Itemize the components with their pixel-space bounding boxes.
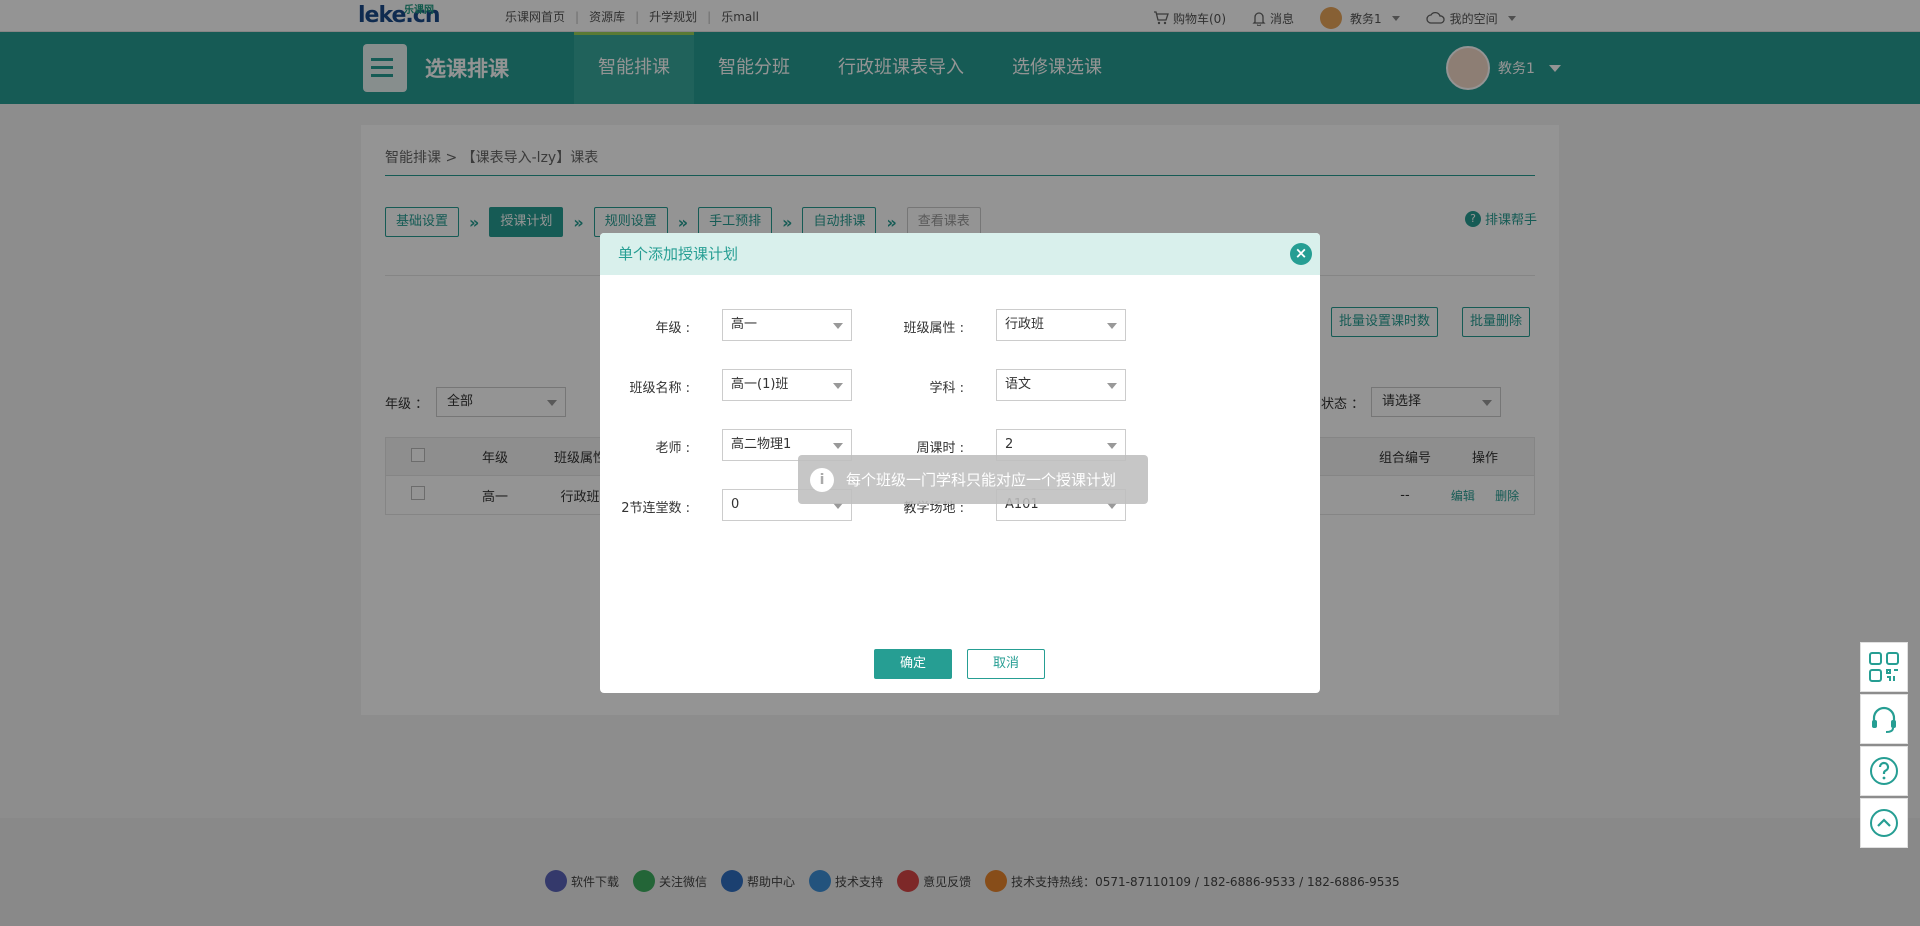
qrcode-icon xyxy=(1869,652,1899,682)
class-name-select[interactable]: 高一(1)班 xyxy=(722,369,852,401)
info-icon: i xyxy=(810,467,834,492)
subject-select[interactable]: 语文 xyxy=(996,369,1126,401)
confirm-button[interactable]: 确定 xyxy=(874,649,952,679)
modal-title: 单个添加授课计划 xyxy=(618,245,739,263)
class-attr-select[interactable]: 行政班 xyxy=(996,309,1126,341)
close-icon[interactable]: × xyxy=(1290,243,1312,265)
double-periods-label: 2节连堂数 : xyxy=(621,501,690,516)
side-toolbar xyxy=(1860,642,1908,850)
weekly-hours-label: 周课时 : xyxy=(916,441,964,456)
toast-message: i 每个班级一门学科只能对应一个授课计划 xyxy=(798,455,1148,504)
question-icon xyxy=(1870,757,1898,785)
class-name-label: 班级名称 : xyxy=(629,381,690,396)
class-attr-label: 班级属性 : xyxy=(903,321,964,336)
help-tool[interactable] xyxy=(1860,746,1908,796)
qrcode-tool[interactable] xyxy=(1860,642,1908,692)
modal-header: 单个添加授课计划 × xyxy=(600,233,1320,275)
back-to-top-tool[interactable] xyxy=(1860,798,1908,848)
subject-label: 学科 : xyxy=(929,381,964,396)
cancel-button[interactable]: 取消 xyxy=(967,649,1045,679)
grade-label: 年级 : xyxy=(655,321,690,336)
customer-service-tool[interactable] xyxy=(1860,694,1908,744)
grade-select[interactable]: 高一 xyxy=(722,309,852,341)
arrow-up-icon xyxy=(1870,809,1898,837)
headset-icon xyxy=(1872,706,1896,733)
teacher-label: 老师 : xyxy=(655,441,690,456)
